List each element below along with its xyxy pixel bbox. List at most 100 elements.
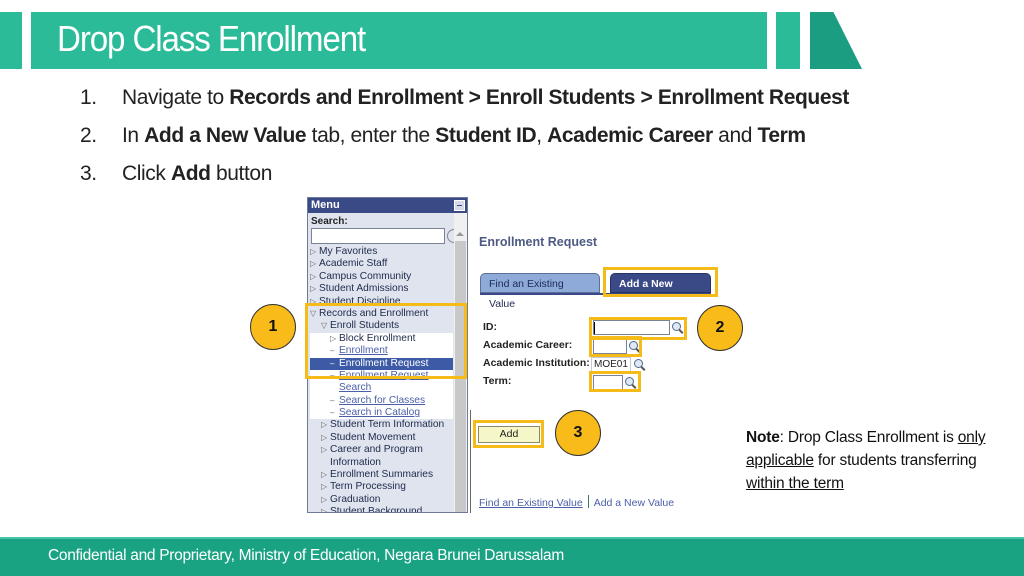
callout-badge-1: 1 [250,304,296,350]
menu-title: Menu [311,199,340,211]
expand-triangle-icon: ▷ [310,284,317,294]
menu-item-label: Search [339,382,372,394]
callout-badge-2: 2 [697,305,743,351]
step-text-part: Click [122,162,171,185]
expand-triangle-icon: ▷ [310,259,317,269]
step-text-bold: Add [170,162,211,185]
menu-item-label: Student Background [330,506,423,513]
menu-item[interactable]: ▷ Student Admissions [310,283,453,295]
menu-item[interactable]: ▷ Academic Staff [310,258,453,270]
highlight-box-add-tab [603,267,718,297]
header-accent-bar [0,12,22,69]
expand-triangle-icon: ▷ [321,420,328,430]
step-text: In Add a New Value tab, enter the Studen… [122,122,806,160]
id-label: ID: [483,321,497,333]
menu-item-label: Search in Catalog [339,407,420,419]
step-text-bold: Add a New Value [144,124,307,147]
dash-bullet-icon: – [330,408,335,418]
menu-item[interactable]: ▷ Student Term Information [310,419,453,431]
add-new-value-link[interactable]: Add a New Value [594,497,674,509]
menu-item-label: Academic Staff [319,258,388,270]
step-text-bold: Term [757,124,806,147]
menu-item[interactable]: ▷ Student Background [310,506,453,513]
step-text-part: Navigate to [122,86,230,109]
menu-item[interactable]: ▷ Enrollment Summaries [310,469,453,481]
menu-item[interactable]: ▷ Campus Community [310,271,453,283]
menu-search-label: Search: [311,216,348,227]
menu-item[interactable]: Information [310,457,453,469]
menu-item-label: Campus Community [319,270,412,282]
link-separator [587,495,589,508]
academic-institution-label: Academic Institution: [483,357,590,369]
lookup-icon[interactable] [634,359,646,371]
expand-triangle-icon: ▷ [310,247,317,256]
menu-item[interactable]: ▷ My Favorites [310,246,453,258]
menu-item-label: Student Term Information [330,419,445,431]
header-accent-bar-right [776,12,800,69]
highlight-box-menu-path [305,303,467,379]
collapse-icon[interactable] [454,200,465,211]
form-bottom-links: Find an Existing Value Add a New Value [479,495,674,509]
menu-item-label: Career and Program [330,444,423,456]
form-left-border [470,410,471,513]
expand-triangle-icon: ▷ [321,432,328,442]
menu-item[interactable]: – Search for Classes [310,394,453,408]
step-text-bold: Student ID [435,124,537,147]
dash-bullet-icon: – [330,395,335,405]
expand-triangle-icon: ▷ [321,445,328,455]
menu-item[interactable]: ▷ Career and Program [310,444,453,456]
note-text: Note: Drop Class Enrollment is only appl… [746,426,1006,495]
step-3: 3. Click Add button [80,160,960,198]
menu-header: Menu [308,198,467,213]
step-text-part: , [536,124,548,147]
menu-item-label: Student Admissions [319,283,409,295]
note-emphasis: within the term [746,475,844,492]
step-number: 3. [80,162,97,185]
menu-item[interactable]: ▷ Term Processing [310,481,453,493]
step-1: 1. Navigate to Records and Enrollment > … [80,84,960,122]
expand-triangle-icon: ▷ [321,494,328,504]
highlight-box-academic-career [589,336,642,357]
menu-item-label: Search for Classes [339,394,426,406]
menu-item[interactable]: ▷ Student Movement [310,432,453,444]
menu-item-label: Student Movement [330,431,416,443]
expand-triangle-icon: ▷ [321,470,328,480]
instruction-steps: 1. Navigate to Records and Enrollment > … [80,84,960,198]
expand-triangle-icon: ▷ [321,507,328,513]
header-accent-shape [810,12,862,69]
note-label: Note [746,429,780,446]
step-text-bold: Academic Career [547,124,713,147]
step-text-part: In [122,124,145,147]
tab-find-existing-value[interactable]: Find an Existing Value [480,273,600,310]
scroll-up-arrow-icon[interactable] [456,232,464,236]
note-text-part: for students transferring [813,452,977,469]
academic-institution-input[interactable]: MOE01 [591,357,631,372]
step-text: Click Add button [122,160,272,198]
expand-triangle-icon: ▷ [310,271,317,281]
menu-item-label: Information [330,456,381,468]
find-existing-value-link[interactable]: Find an Existing Value [479,497,583,509]
menu-item-label: Graduation [330,493,381,505]
step-text: Navigate to Records and Enrollment > Enr… [122,84,849,122]
form-title: Enrollment Request [479,235,598,249]
menu-search-input[interactable] [311,228,445,244]
highlight-box-term [589,371,641,392]
highlight-box-add-button [473,420,544,448]
step-2: 2. In Add a New Value tab, enter the Stu… [80,122,960,160]
step-text-part: and [712,124,758,147]
step-text-part: button [210,162,272,185]
menu-item-list: ▷ My Favorites ▷ Academic Staff ▷ Campus Comm… [310,246,453,513]
menu-item[interactable]: Search [310,382,453,395]
footer-text: Confidential and Proprietary, Ministry o… [48,547,564,564]
menu-item-label: Term Processing [330,481,406,493]
expand-triangle-icon: ▷ [321,482,328,492]
step-text-part: tab, enter the [306,124,436,147]
note-text-part: : Drop Class Enrollment is [779,429,958,446]
callout-badge-3: 3 [555,410,601,456]
academic-career-label: Academic Career: [483,339,573,351]
step-number: 1. [80,86,97,109]
menu-item[interactable]: ▷ Graduation [310,494,453,506]
menu-item[interactable]: – Search in Catalog [310,407,453,420]
step-text-bold: Records and Enrollment > Enroll Students… [229,86,849,109]
step-number: 2. [80,124,97,147]
